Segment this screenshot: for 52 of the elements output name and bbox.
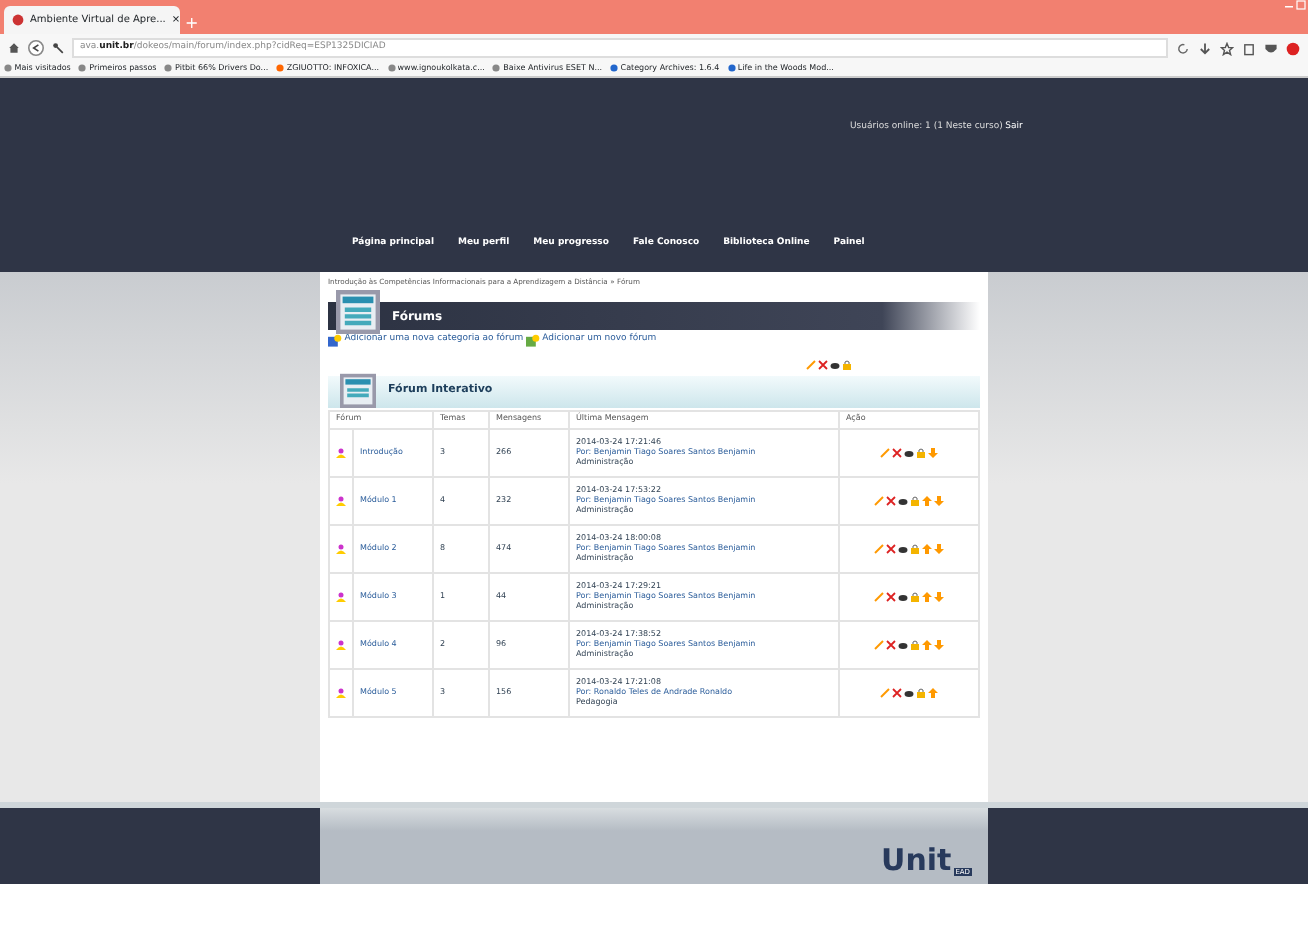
move-up-icon[interactable] — [922, 591, 932, 602]
forum-users-icon — [336, 495, 346, 506]
edit-icon[interactable] — [874, 495, 884, 506]
clipboard-icon[interactable] — [1242, 41, 1256, 55]
add-category-icon — [328, 333, 342, 348]
visibility-icon[interactable] — [898, 495, 908, 506]
maximize-icon[interactable] — [1295, 0, 1306, 10]
move-down-icon[interactable] — [928, 447, 938, 458]
home-icon[interactable] — [8, 42, 20, 54]
move-down-icon[interactable] — [934, 639, 944, 650]
forum-list-icon — [336, 290, 380, 335]
forum-users-icon — [336, 447, 346, 458]
visibility-icon[interactable] — [898, 543, 908, 554]
move-up-icon[interactable] — [922, 543, 932, 554]
edit-icon[interactable] — [880, 687, 890, 698]
stop-sign-icon[interactable] — [1286, 41, 1300, 55]
move-up-icon[interactable] — [928, 687, 938, 698]
edit-icon[interactable] — [880, 447, 890, 458]
visibility-icon[interactable] — [904, 687, 914, 698]
bookmark-star-icon[interactable] — [1220, 41, 1234, 55]
minimize-icon[interactable] — [1283, 0, 1293, 10]
delete-icon[interactable] — [892, 687, 902, 698]
key-icon — [52, 42, 64, 54]
back-icon[interactable] — [28, 40, 44, 56]
delete-icon[interactable] — [886, 543, 896, 554]
edit-icon[interactable] — [806, 359, 816, 370]
edit-icon[interactable] — [874, 639, 884, 650]
download-icon[interactable] — [1198, 41, 1212, 55]
reload-icon[interactable] — [1176, 41, 1190, 55]
move-down-icon[interactable] — [934, 495, 944, 506]
move-up-icon[interactable] — [922, 495, 932, 506]
forum-users-icon — [336, 639, 346, 650]
visibility-icon[interactable] — [904, 447, 914, 458]
edit-icon[interactable] — [874, 591, 884, 602]
visibility-icon[interactable] — [898, 639, 908, 650]
move-down-icon[interactable] — [934, 591, 944, 602]
delete-icon[interactable] — [892, 447, 902, 458]
delete-icon[interactable] — [818, 359, 828, 370]
forum-users-icon — [336, 687, 346, 698]
move-down-icon[interactable] — [934, 543, 944, 554]
forum-users-icon — [336, 543, 346, 554]
forum-users-icon — [336, 591, 346, 602]
delete-icon[interactable] — [886, 495, 896, 506]
shield-icon[interactable] — [1264, 41, 1278, 55]
add-forum-icon — [525, 333, 540, 348]
edit-icon[interactable] — [874, 543, 884, 554]
forum-category-icon — [340, 371, 376, 408]
move-up-icon[interactable] — [922, 639, 932, 650]
visibility-icon[interactable] — [830, 359, 840, 370]
delete-icon[interactable] — [886, 591, 896, 602]
visibility-icon[interactable] — [898, 591, 908, 602]
delete-icon[interactable] — [886, 639, 896, 650]
